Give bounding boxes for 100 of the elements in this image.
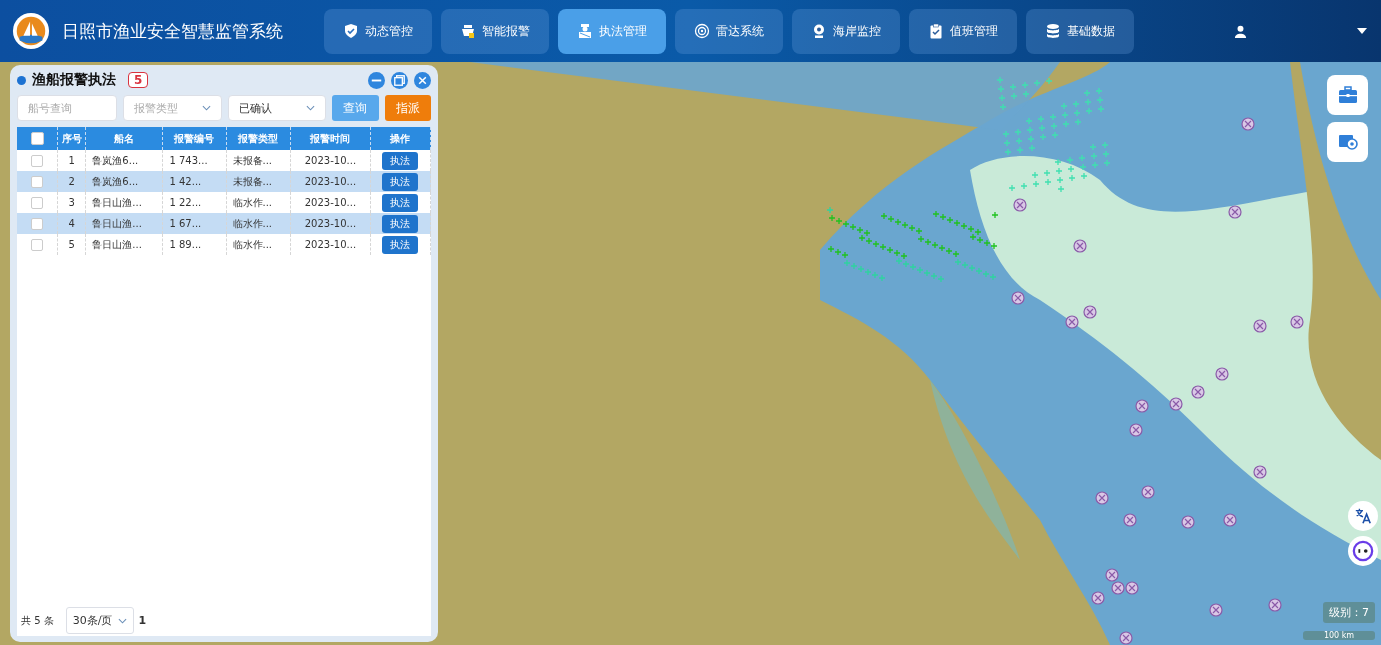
vessel-marker-icon[interactable]	[1066, 156, 1074, 164]
vessel-marker-icon[interactable]	[1004, 148, 1012, 156]
row-checkbox[interactable]	[31, 217, 43, 230]
vessel-marker-icon[interactable]	[1060, 102, 1068, 110]
buoy-marker-icon[interactable]	[1223, 513, 1237, 527]
vessel-marker-icon[interactable]	[1078, 154, 1086, 162]
vessel-marker-icon[interactable]	[1044, 178, 1052, 186]
vessel-marker-icon[interactable]	[843, 259, 851, 267]
vessel-marker-icon[interactable]	[969, 233, 977, 241]
vessel-marker-icon[interactable]	[1008, 184, 1016, 192]
restore-icon[interactable]	[391, 71, 408, 89]
vessel-marker-icon[interactable]	[1102, 150, 1110, 158]
buoy-marker-icon[interactable]	[1083, 305, 1097, 319]
vessel-marker-icon[interactable]	[1054, 158, 1062, 166]
vessel-marker-icon[interactable]	[1073, 109, 1081, 117]
vessel-marker-icon[interactable]	[900, 252, 908, 260]
buoy-marker-icon[interactable]	[1253, 465, 1267, 479]
status-select[interactable]: 已确认	[227, 95, 327, 121]
vessel-marker-icon[interactable]	[826, 206, 834, 214]
page-size-select[interactable]: 30条/页	[65, 607, 135, 634]
vessel-marker-icon[interactable]	[1057, 185, 1065, 193]
vessel-marker-icon[interactable]	[1095, 87, 1103, 95]
buoy-marker-icon[interactable]	[1011, 291, 1025, 305]
vessel-marker-icon[interactable]	[871, 271, 879, 279]
vessel-marker-icon[interactable]	[1103, 159, 1111, 167]
toolbox-button[interactable]	[1327, 75, 1368, 115]
vessel-marker-icon[interactable]	[880, 212, 888, 220]
vessel-marker-icon[interactable]	[1038, 124, 1046, 132]
vessel-marker-icon[interactable]	[1101, 141, 1109, 149]
vessel-marker-icon[interactable]	[1068, 174, 1076, 182]
vessel-marker-icon[interactable]	[939, 213, 947, 221]
vessel-marker-icon[interactable]	[1002, 130, 1010, 138]
vessel-marker-icon[interactable]	[878, 274, 886, 282]
vessel-marker-icon[interactable]	[1085, 107, 1093, 115]
vessel-marker-icon[interactable]	[923, 269, 931, 277]
enforce-button[interactable]: 执法	[382, 172, 419, 191]
vessel-marker-icon[interactable]	[954, 258, 962, 266]
buoy-marker-icon[interactable]	[1065, 315, 1079, 329]
vessel-marker-icon[interactable]	[901, 221, 909, 229]
buoy-marker-icon[interactable]	[1091, 591, 1105, 605]
caret-icon[interactable]	[1357, 28, 1367, 34]
vessel-marker-icon[interactable]	[1049, 113, 1057, 121]
page-number[interactable]: 1	[138, 614, 147, 627]
vessel-marker-icon[interactable]	[946, 216, 954, 224]
vessel-marker-icon[interactable]	[827, 245, 835, 253]
buoy-marker-icon[interactable]	[1290, 315, 1304, 329]
nav-tab[interactable]: 执法管理	[558, 8, 666, 54]
buoy-marker-icon[interactable]	[1105, 568, 1119, 582]
vessel-marker-icon[interactable]	[1056, 176, 1064, 184]
buoy-marker-icon[interactable]	[1215, 367, 1229, 381]
vessel-marker-icon[interactable]	[967, 225, 975, 233]
nav-tab[interactable]: 智能报警	[441, 8, 549, 54]
vessel-marker-icon[interactable]	[856, 226, 864, 234]
vessel-marker-icon[interactable]	[1091, 161, 1099, 169]
enforce-button[interactable]: 执法	[382, 193, 419, 212]
vessel-marker-icon[interactable]	[991, 211, 999, 219]
vessel-marker-icon[interactable]	[857, 265, 865, 273]
vessel-marker-icon[interactable]	[1022, 90, 1030, 98]
vessel-marker-icon[interactable]	[945, 247, 953, 255]
vessel-marker-icon[interactable]	[1020, 182, 1028, 190]
vessel-marker-icon[interactable]	[1009, 83, 1017, 91]
vessel-marker-icon[interactable]	[1016, 146, 1024, 154]
close-icon[interactable]	[414, 71, 431, 89]
vessel-marker-icon[interactable]	[858, 234, 866, 242]
vessel-marker-icon[interactable]	[974, 228, 982, 236]
vessel-marker-icon[interactable]	[850, 262, 858, 270]
vessel-marker-icon[interactable]	[1083, 89, 1091, 97]
vessel-marker-icon[interactable]	[1072, 100, 1080, 108]
nav-tab[interactable]: 雷达系统	[675, 8, 783, 54]
vessel-marker-icon[interactable]	[960, 222, 968, 230]
vessel-marker-icon[interactable]	[998, 94, 1006, 102]
buoy-marker-icon[interactable]	[1191, 385, 1205, 399]
vessel-marker-icon[interactable]	[1055, 167, 1063, 175]
buoy-marker-icon[interactable]	[1095, 491, 1109, 505]
vessel-marker-icon[interactable]	[841, 251, 849, 259]
vessel-marker-icon[interactable]	[865, 237, 873, 245]
row-checkbox[interactable]	[31, 154, 43, 167]
vessel-marker-icon[interactable]	[895, 257, 903, 265]
vessel-marker-icon[interactable]	[1037, 115, 1045, 123]
buoy-marker-icon[interactable]	[1241, 117, 1255, 131]
vessel-marker-icon[interactable]	[1043, 169, 1051, 177]
vessel-marker-icon[interactable]	[1039, 133, 1047, 141]
row-checkbox[interactable]	[31, 196, 43, 209]
vessel-marker-icon[interactable]	[932, 210, 940, 218]
vessel-marker-icon[interactable]	[1080, 172, 1088, 180]
vessel-marker-icon[interactable]	[1014, 128, 1022, 136]
row-checkbox[interactable]	[31, 238, 43, 251]
user-icon[interactable]	[1234, 24, 1247, 38]
vessel-marker-icon[interactable]	[915, 227, 923, 235]
table-row[interactable]: 5 鲁日山渔... 1 89... 临水作... 2023-10... 执法	[17, 234, 431, 255]
vessel-marker-icon[interactable]	[989, 273, 997, 281]
layer-settings-button[interactable]	[1327, 122, 1368, 162]
vessel-marker-icon[interactable]	[834, 248, 842, 256]
vessel-marker-icon[interactable]	[1026, 126, 1034, 134]
vessel-marker-icon[interactable]	[909, 263, 917, 271]
vessel-marker-icon[interactable]	[982, 270, 990, 278]
vessel-marker-icon[interactable]	[952, 250, 960, 258]
vessel-marker-icon[interactable]	[916, 266, 924, 274]
vessel-marker-icon[interactable]	[894, 218, 902, 226]
vessel-marker-icon[interactable]	[1045, 77, 1053, 85]
